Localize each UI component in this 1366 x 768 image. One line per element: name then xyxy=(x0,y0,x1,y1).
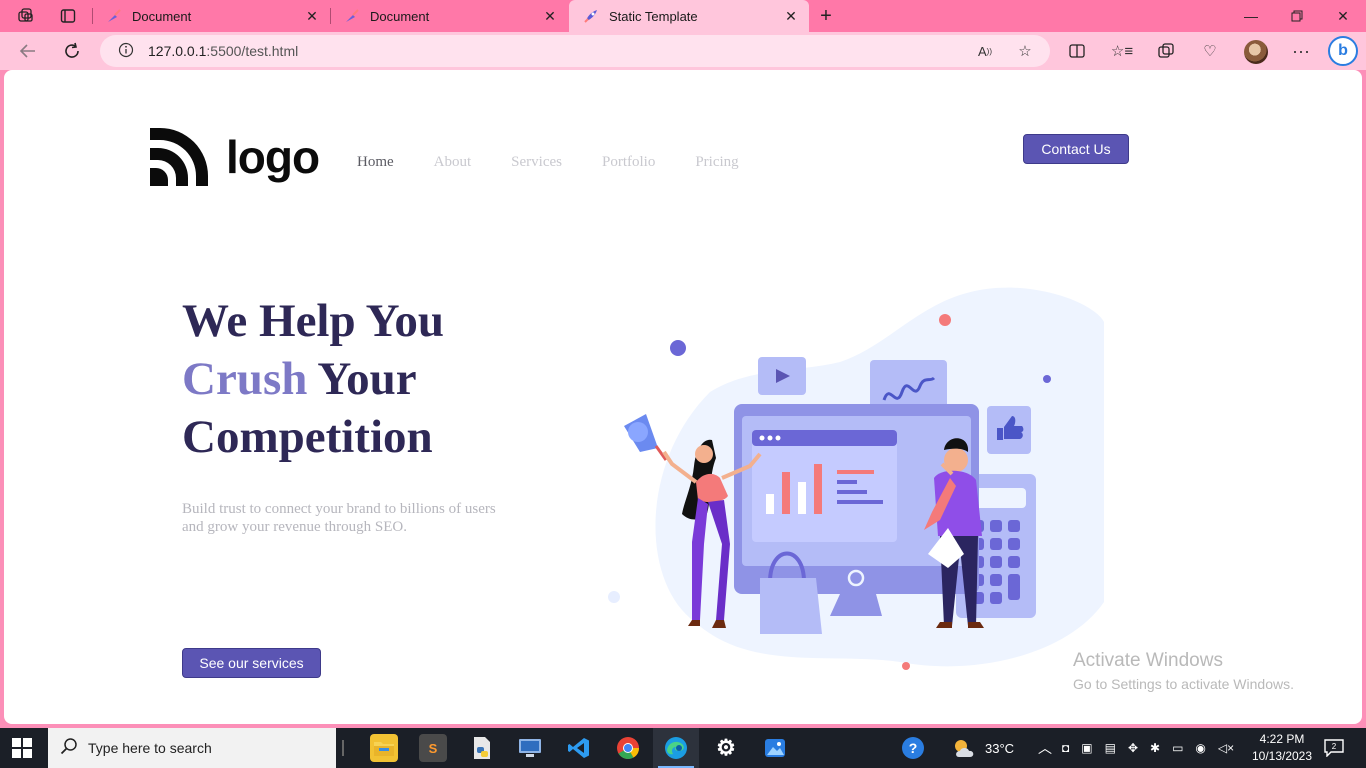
workspaces-icon[interactable] xyxy=(16,6,36,26)
close-window-icon[interactable]: ✕ xyxy=(1320,0,1366,32)
plus-icon[interactable]: + xyxy=(816,5,836,27)
activate-windows-watermark: Activate Windows Go to Settings to activ… xyxy=(1073,650,1294,692)
weather-sun-cloud-icon xyxy=(955,740,974,757)
nav-item-services[interactable]: Services xyxy=(511,154,562,171)
edge-icon[interactable] xyxy=(662,734,690,762)
settings-gear-icon[interactable]: ⚙ xyxy=(712,734,740,762)
page-viewport: logo Home About Services Portfolio Prici… xyxy=(4,70,1362,724)
bluetooth-icon[interactable]: ✱ xyxy=(1150,741,1160,755)
split-screen-icon[interactable] xyxy=(1066,40,1088,62)
chevron-up-icon[interactable]: ︿ xyxy=(1038,728,1052,768)
chrome-icon[interactable] xyxy=(614,734,642,762)
logo-mark-icon xyxy=(150,128,208,186)
nav-item-pricing[interactable]: Pricing xyxy=(695,154,738,171)
tab-title: Static Template xyxy=(609,8,698,24)
collections-icon[interactable] xyxy=(1155,40,1177,62)
help-icon[interactable]: ? xyxy=(901,728,925,768)
url-path: :5500/test.html xyxy=(206,43,299,59)
watermark-subtitle: Go to Settings to activate Windows. xyxy=(1073,676,1294,692)
browser-tab-active[interactable]: Static Template ✕ xyxy=(569,0,809,32)
weather-temp: 33°C xyxy=(985,740,1015,756)
close-tab-icon[interactable]: ✕ xyxy=(304,8,320,24)
windows-start-icon[interactable] xyxy=(12,738,32,758)
bing-icon[interactable]: b xyxy=(1328,36,1358,66)
tab-title: Document xyxy=(132,8,192,24)
clock-time: 4:22 PM xyxy=(1259,732,1305,746)
tab-title: Document xyxy=(370,8,430,24)
hero-illustration xyxy=(608,287,1104,670)
browser-tab[interactable]: Document ✕ xyxy=(330,0,568,32)
logo-text: logo xyxy=(226,131,320,183)
svg-text:2: 2 xyxy=(1332,742,1337,751)
document-favicon-icon xyxy=(108,9,121,22)
keyboard-icon[interactable]: ▤ xyxy=(1105,741,1116,755)
browser-titlebar: Document ✕ Document ✕ Static Template ✕ … xyxy=(0,0,1366,32)
browser-toolbar: 127.0.0.1:5500/test.html A)) ☆ ☆≡ ♡ ··· xyxy=(0,32,1366,70)
star-icon[interactable]: ☆ xyxy=(1014,40,1036,62)
document-favicon-icon xyxy=(346,9,359,22)
search-icon xyxy=(60,737,78,760)
weather-widget[interactable]: 33°C xyxy=(951,728,1014,768)
taskbar: Type here to search S ⚙ ? 33°C ︿ ◘ ▣ ▤ ✥… xyxy=(0,728,1366,768)
screen-icon[interactable]: ▣ xyxy=(1081,741,1092,755)
photos-icon[interactable] xyxy=(761,734,789,762)
hero-heading-line1: We Help You xyxy=(182,295,445,347)
nav-item-home[interactable]: Home xyxy=(357,154,394,171)
remote-desktop-icon[interactable] xyxy=(516,734,544,762)
avatar[interactable] xyxy=(1244,40,1268,64)
favorites-icon[interactable]: ☆≡ xyxy=(1111,40,1133,62)
contact-us-button[interactable]: Contact Us xyxy=(1023,134,1129,164)
rocket-favicon-icon xyxy=(584,10,597,23)
browser-tab[interactable]: Document ✕ xyxy=(92,0,330,32)
camera-icon[interactable]: ◘ xyxy=(1062,741,1069,755)
more-icon[interactable]: ··· xyxy=(1290,40,1312,62)
hero-heading: We Help You Crush Your Competition xyxy=(182,292,444,466)
back-arrow-icon[interactable] xyxy=(15,39,41,63)
url-host: 127.0.0.1 xyxy=(148,43,207,59)
clock-date: 10/13/2023 xyxy=(1251,749,1313,763)
site-logo[interactable]: logo xyxy=(150,128,320,186)
volume-muted-icon[interactable]: ◁× xyxy=(1218,741,1234,755)
minimize-icon[interactable]: — xyxy=(1228,0,1274,32)
info-icon[interactable] xyxy=(118,42,134,61)
nav-item-portfolio[interactable]: Portfolio xyxy=(602,154,655,171)
heart-icon[interactable]: ♡ xyxy=(1199,40,1221,62)
hero-heading-accent: Crush xyxy=(182,353,308,405)
wifi-icon[interactable]: ◉ xyxy=(1195,741,1205,755)
python-file-icon[interactable] xyxy=(468,734,496,762)
tab-actions-icon[interactable] xyxy=(58,6,78,26)
taskbar-search-input[interactable]: Type here to search xyxy=(48,728,336,768)
taskbar-clock[interactable]: 4:22 PM 10/13/2023 xyxy=(1250,731,1314,765)
network-icon[interactable]: ✥ xyxy=(1128,741,1138,755)
hero-subtitle: Build trust to connect your brand to bil… xyxy=(182,501,496,535)
battery-icon[interactable]: ▭ xyxy=(1172,741,1183,755)
main-nav: Home About Services Portfolio Pricing xyxy=(357,154,739,171)
read-aloud-icon[interactable]: A)) xyxy=(974,40,996,62)
see-services-button[interactable]: See our services xyxy=(182,648,321,678)
restore-icon[interactable] xyxy=(1274,0,1320,32)
search-placeholder: Type here to search xyxy=(88,740,212,756)
hero-heading-line3: Competition xyxy=(182,411,433,463)
close-tab-icon[interactable]: ✕ xyxy=(783,8,799,24)
refresh-icon[interactable] xyxy=(59,39,85,63)
close-tab-icon[interactable]: ✕ xyxy=(542,8,558,24)
svg-text:?: ? xyxy=(909,740,918,756)
nav-item-about[interactable]: About xyxy=(434,154,472,171)
address-bar[interactable]: 127.0.0.1:5500/test.html xyxy=(100,35,1050,67)
vscode-icon[interactable] xyxy=(565,734,593,762)
system-tray-icons[interactable]: ◘ ▣ ▤ ✥ ✱ ▭ ◉ ◁× xyxy=(1062,728,1234,768)
notifications-icon[interactable]: 2 xyxy=(1324,728,1344,768)
hero-heading-line2: Your xyxy=(307,353,417,405)
file-explorer-icon[interactable] xyxy=(370,734,398,762)
sublime-text-icon[interactable]: S xyxy=(419,734,447,762)
watermark-title: Activate Windows xyxy=(1073,650,1223,671)
